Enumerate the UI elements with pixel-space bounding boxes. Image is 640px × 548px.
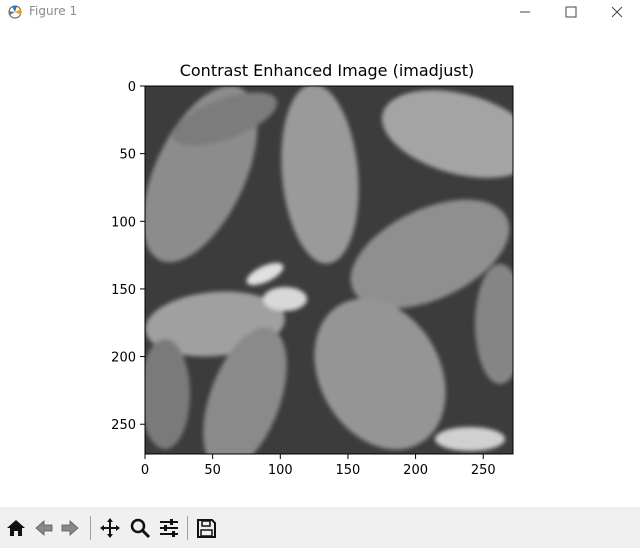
back-arrow-icon bbox=[35, 520, 53, 536]
zoom-icon bbox=[130, 518, 151, 539]
y-axis: 0 50 100 150 200 250 bbox=[111, 80, 145, 433]
y-tick-label: 250 bbox=[111, 418, 136, 433]
maximize-button[interactable] bbox=[548, 0, 594, 24]
minimize-icon bbox=[520, 11, 530, 13]
y-tick-label: 0 bbox=[128, 80, 136, 95]
plot-svg: Contrast Enhanced Image (imadjust) 0 50 10… bbox=[111, 61, 514, 478]
forward-arrow-icon bbox=[61, 520, 79, 536]
back-button[interactable] bbox=[31, 515, 57, 541]
close-icon bbox=[611, 6, 623, 18]
toolbar-separator bbox=[187, 516, 188, 540]
x-tick-label: 200 bbox=[403, 463, 428, 478]
x-axis: 0 50 100 150 200 250 bbox=[141, 454, 496, 478]
pan-icon bbox=[100, 518, 120, 538]
toolbar-separator bbox=[90, 516, 91, 540]
y-tick-label: 200 bbox=[111, 351, 136, 366]
x-tick-label: 50 bbox=[204, 463, 221, 478]
configure-subplots-button[interactable] bbox=[156, 515, 182, 541]
home-button[interactable] bbox=[3, 515, 29, 541]
x-tick-label: 100 bbox=[268, 463, 293, 478]
pan-button[interactable] bbox=[97, 515, 123, 541]
figure-canvas: Contrast Enhanced Image (imadjust) 0 50 10… bbox=[0, 24, 640, 507]
x-tick-label: 150 bbox=[336, 463, 361, 478]
window-title: Figure 1 bbox=[29, 4, 78, 18]
window-titlebar: Figure 1 bbox=[0, 0, 640, 24]
navigation-toolbar bbox=[0, 507, 640, 548]
home-icon bbox=[7, 520, 25, 536]
matplotlib-logo-icon bbox=[8, 5, 22, 19]
x-tick-label: 0 bbox=[141, 463, 149, 478]
save-button[interactable] bbox=[193, 515, 219, 541]
y-tick-label: 50 bbox=[119, 148, 136, 163]
maximize-icon bbox=[565, 6, 577, 18]
zoom-button[interactable] bbox=[127, 515, 153, 541]
configure-subplots-icon bbox=[160, 519, 178, 537]
plot-title: Contrast Enhanced Image (imadjust) bbox=[180, 61, 475, 80]
close-button[interactable] bbox=[594, 0, 640, 24]
image-display bbox=[145, 86, 513, 454]
y-tick-label: 150 bbox=[111, 283, 136, 298]
x-tick-label: 250 bbox=[471, 463, 496, 478]
y-tick-label: 100 bbox=[111, 215, 136, 230]
forward-button[interactable] bbox=[57, 515, 83, 541]
minimize-button[interactable] bbox=[502, 0, 548, 24]
save-icon bbox=[197, 519, 216, 538]
